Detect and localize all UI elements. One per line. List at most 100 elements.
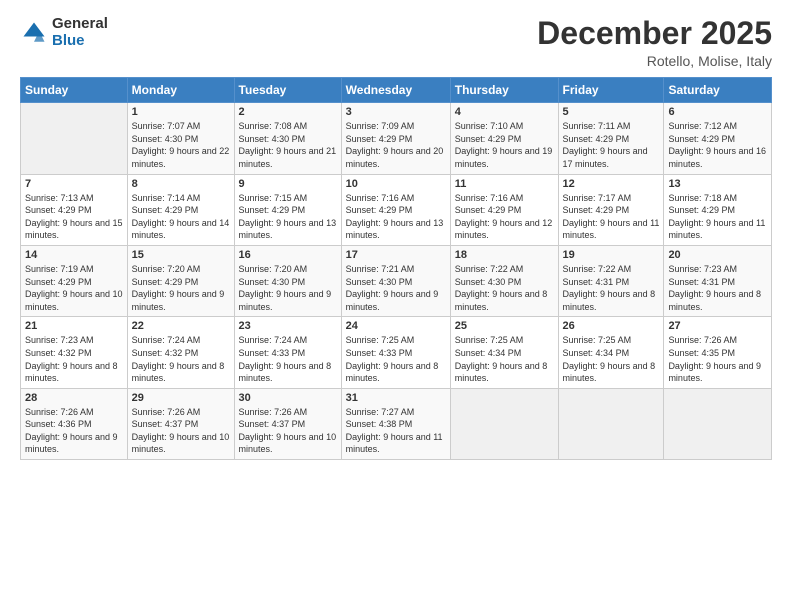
calendar-cell xyxy=(21,103,128,174)
calendar-cell: 6Sunrise: 7:12 AMSunset: 4:29 PMDaylight… xyxy=(664,103,772,174)
calendar-cell xyxy=(558,388,664,459)
day-number: 16 xyxy=(239,249,337,261)
day-info: Sunrise: 7:25 AMSunset: 4:34 PMDaylight:… xyxy=(563,334,660,384)
calendar-cell: 1 Sunrise: 7:07 AMSunset: 4:30 PMDaylight… xyxy=(127,103,234,174)
calendar-cell: 8 Sunrise: 7:14 AMSunset: 4:29 PMDaylight… xyxy=(127,174,234,245)
calendar-week-row: 7 Sunrise: 7:13 AMSunset: 4:29 PMDaylight… xyxy=(21,174,772,245)
day-number: 5 xyxy=(563,106,660,118)
day-number: 15 xyxy=(132,249,230,261)
day-info: Sunrise: 7:27 AMSunset: 4:38 PMDaylight:… xyxy=(346,406,446,456)
calendar-cell: 15 Sunrise: 7:20 AMSunset: 4:29 PMDayligh… xyxy=(127,245,234,316)
day-number: 30 xyxy=(239,392,337,404)
day-info: Sunrise: 7:24 AMSunset: 4:32 PMDaylight:… xyxy=(132,334,230,384)
calendar-cell: 21 Sunrise: 7:23 AMSunset: 4:32 PMDayligh… xyxy=(21,317,128,388)
logo-icon xyxy=(20,19,48,47)
day-of-week-header: Thursday xyxy=(450,78,558,103)
day-number: 21 xyxy=(25,320,123,332)
calendar-cell: 10Sunrise: 7:16 AMSunset: 4:29 PMDayligh… xyxy=(341,174,450,245)
day-number: 19 xyxy=(563,249,660,261)
day-number: 7 xyxy=(25,178,123,190)
calendar-cell: 17Sunrise: 7:21 AMSunset: 4:30 PMDayligh… xyxy=(341,245,450,316)
day-of-week-header: Saturday xyxy=(664,78,772,103)
day-number: 10 xyxy=(346,178,446,190)
calendar-cell: 9 Sunrise: 7:15 AMSunset: 4:29 PMDaylight… xyxy=(234,174,341,245)
day-info: Sunrise: 7:20 AMSunset: 4:29 PMDaylight:… xyxy=(132,263,230,313)
day-info: Sunrise: 7:23 AMSunset: 4:31 PMDaylight:… xyxy=(668,263,767,313)
day-info: Sunrise: 7:13 AMSunset: 4:29 PMDaylight:… xyxy=(25,192,123,242)
calendar-cell: 13Sunrise: 7:18 AMSunset: 4:29 PMDayligh… xyxy=(664,174,772,245)
day-of-week-header: Sunday xyxy=(21,78,128,103)
day-number: 29 xyxy=(132,392,230,404)
day-number: 14 xyxy=(25,249,123,261)
calendar-week-row: 1 Sunrise: 7:07 AMSunset: 4:30 PMDaylight… xyxy=(21,103,772,174)
day-of-week-header: Tuesday xyxy=(234,78,341,103)
location: Rotello, Molise, Italy xyxy=(537,53,772,69)
day-info: Sunrise: 7:26 AMSunset: 4:37 PMDaylight:… xyxy=(132,406,230,456)
day-number: 22 xyxy=(132,320,230,332)
day-info: Sunrise: 7:25 AMSunset: 4:33 PMDaylight:… xyxy=(346,334,446,384)
calendar-cell: 5Sunrise: 7:11 AMSunset: 4:29 PMDaylight… xyxy=(558,103,664,174)
day-info: Sunrise: 7:17 AMSunset: 4:29 PMDaylight:… xyxy=(563,192,660,242)
calendar-cell: 24 Sunrise: 7:25 AMSunset: 4:33 PMDayligh… xyxy=(341,317,450,388)
calendar-cell: 7 Sunrise: 7:13 AMSunset: 4:29 PMDaylight… xyxy=(21,174,128,245)
day-number: 8 xyxy=(132,178,230,190)
day-number: 23 xyxy=(239,320,337,332)
day-info: Sunrise: 7:19 AMSunset: 4:29 PMDaylight:… xyxy=(25,263,123,313)
day-of-week-header: Monday xyxy=(127,78,234,103)
calendar-cell: 19 Sunrise: 7:22 AMSunset: 4:31 PMDayligh… xyxy=(558,245,664,316)
header: General Blue December 2025 Rotello, Moli… xyxy=(20,16,772,69)
day-info: Sunrise: 7:16 AMSunset: 4:29 PMDaylight:… xyxy=(455,192,554,242)
calendar-cell: 3Sunrise: 7:09 AMSunset: 4:29 PMDaylight… xyxy=(341,103,450,174)
day-number: 4 xyxy=(455,106,554,118)
day-number: 24 xyxy=(346,320,446,332)
calendar-cell: 22 Sunrise: 7:24 AMSunset: 4:32 PMDayligh… xyxy=(127,317,234,388)
day-number: 25 xyxy=(455,320,554,332)
logo-text: General Blue xyxy=(52,16,108,49)
day-number: 17 xyxy=(346,249,446,261)
day-number: 9 xyxy=(239,178,337,190)
calendar: SundayMondayTuesdayWednesdayThursdayFrid… xyxy=(20,77,772,460)
calendar-cell: 31 Sunrise: 7:27 AMSunset: 4:38 PMDayligh… xyxy=(341,388,450,459)
logo-blue: Blue xyxy=(52,33,108,50)
month-title: December 2025 xyxy=(537,16,772,51)
day-info: Sunrise: 7:14 AMSunset: 4:29 PMDaylight:… xyxy=(132,192,230,242)
calendar-cell xyxy=(664,388,772,459)
day-number: 20 xyxy=(668,249,767,261)
calendar-cell: 2Sunrise: 7:08 AMSunset: 4:30 PMDaylight… xyxy=(234,103,341,174)
day-info: Sunrise: 7:26 AMSunset: 4:36 PMDaylight:… xyxy=(25,406,123,456)
day-number: 13 xyxy=(668,178,767,190)
calendar-week-row: 14 Sunrise: 7:19 AMSunset: 4:29 PMDayligh… xyxy=(21,245,772,316)
day-info: Sunrise: 7:15 AMSunset: 4:29 PMDaylight:… xyxy=(239,192,337,242)
calendar-week-row: 28 Sunrise: 7:26 AMSunset: 4:36 PMDayligh… xyxy=(21,388,772,459)
calendar-cell: 29 Sunrise: 7:26 AMSunset: 4:37 PMDayligh… xyxy=(127,388,234,459)
day-number: 31 xyxy=(346,392,446,404)
day-number: 18 xyxy=(455,249,554,261)
day-info: Sunrise: 7:26 AMSunset: 4:37 PMDaylight:… xyxy=(239,406,337,456)
day-number: 3 xyxy=(346,106,446,118)
calendar-cell: 30 Sunrise: 7:26 AMSunset: 4:37 PMDayligh… xyxy=(234,388,341,459)
calendar-cell: 11 Sunrise: 7:16 AMSunset: 4:29 PMDayligh… xyxy=(450,174,558,245)
day-info: Sunrise: 7:07 AMSunset: 4:30 PMDaylight:… xyxy=(132,120,230,170)
calendar-cell: 23Sunrise: 7:24 AMSunset: 4:33 PMDayligh… xyxy=(234,317,341,388)
logo-general: General xyxy=(52,16,108,33)
calendar-cell: 4 Sunrise: 7:10 AMSunset: 4:29 PMDaylight… xyxy=(450,103,558,174)
day-info: Sunrise: 7:10 AMSunset: 4:29 PMDaylight:… xyxy=(455,120,554,170)
calendar-cell: 28 Sunrise: 7:26 AMSunset: 4:36 PMDayligh… xyxy=(21,388,128,459)
day-number: 11 xyxy=(455,178,554,190)
calendar-cell: 16 Sunrise: 7:20 AMSunset: 4:30 PMDayligh… xyxy=(234,245,341,316)
logo: General Blue xyxy=(20,16,108,49)
day-number: 12 xyxy=(563,178,660,190)
calendar-cell: 25 Sunrise: 7:25 AMSunset: 4:34 PMDayligh… xyxy=(450,317,558,388)
day-number: 26 xyxy=(563,320,660,332)
calendar-cell: 20 Sunrise: 7:23 AMSunset: 4:31 PMDayligh… xyxy=(664,245,772,316)
day-info: Sunrise: 7:20 AMSunset: 4:30 PMDaylight:… xyxy=(239,263,337,313)
day-info: Sunrise: 7:23 AMSunset: 4:32 PMDaylight:… xyxy=(25,334,123,384)
day-info: Sunrise: 7:22 AMSunset: 4:31 PMDaylight:… xyxy=(563,263,660,313)
page: General Blue December 2025 Rotello, Moli… xyxy=(0,0,792,612)
day-number: 1 xyxy=(132,106,230,118)
day-number: 28 xyxy=(25,392,123,404)
day-number: 2 xyxy=(239,106,337,118)
day-of-week-header: Friday xyxy=(558,78,664,103)
day-info: Sunrise: 7:25 AMSunset: 4:34 PMDaylight:… xyxy=(455,334,554,384)
calendar-cell: 18Sunrise: 7:22 AMSunset: 4:30 PMDayligh… xyxy=(450,245,558,316)
